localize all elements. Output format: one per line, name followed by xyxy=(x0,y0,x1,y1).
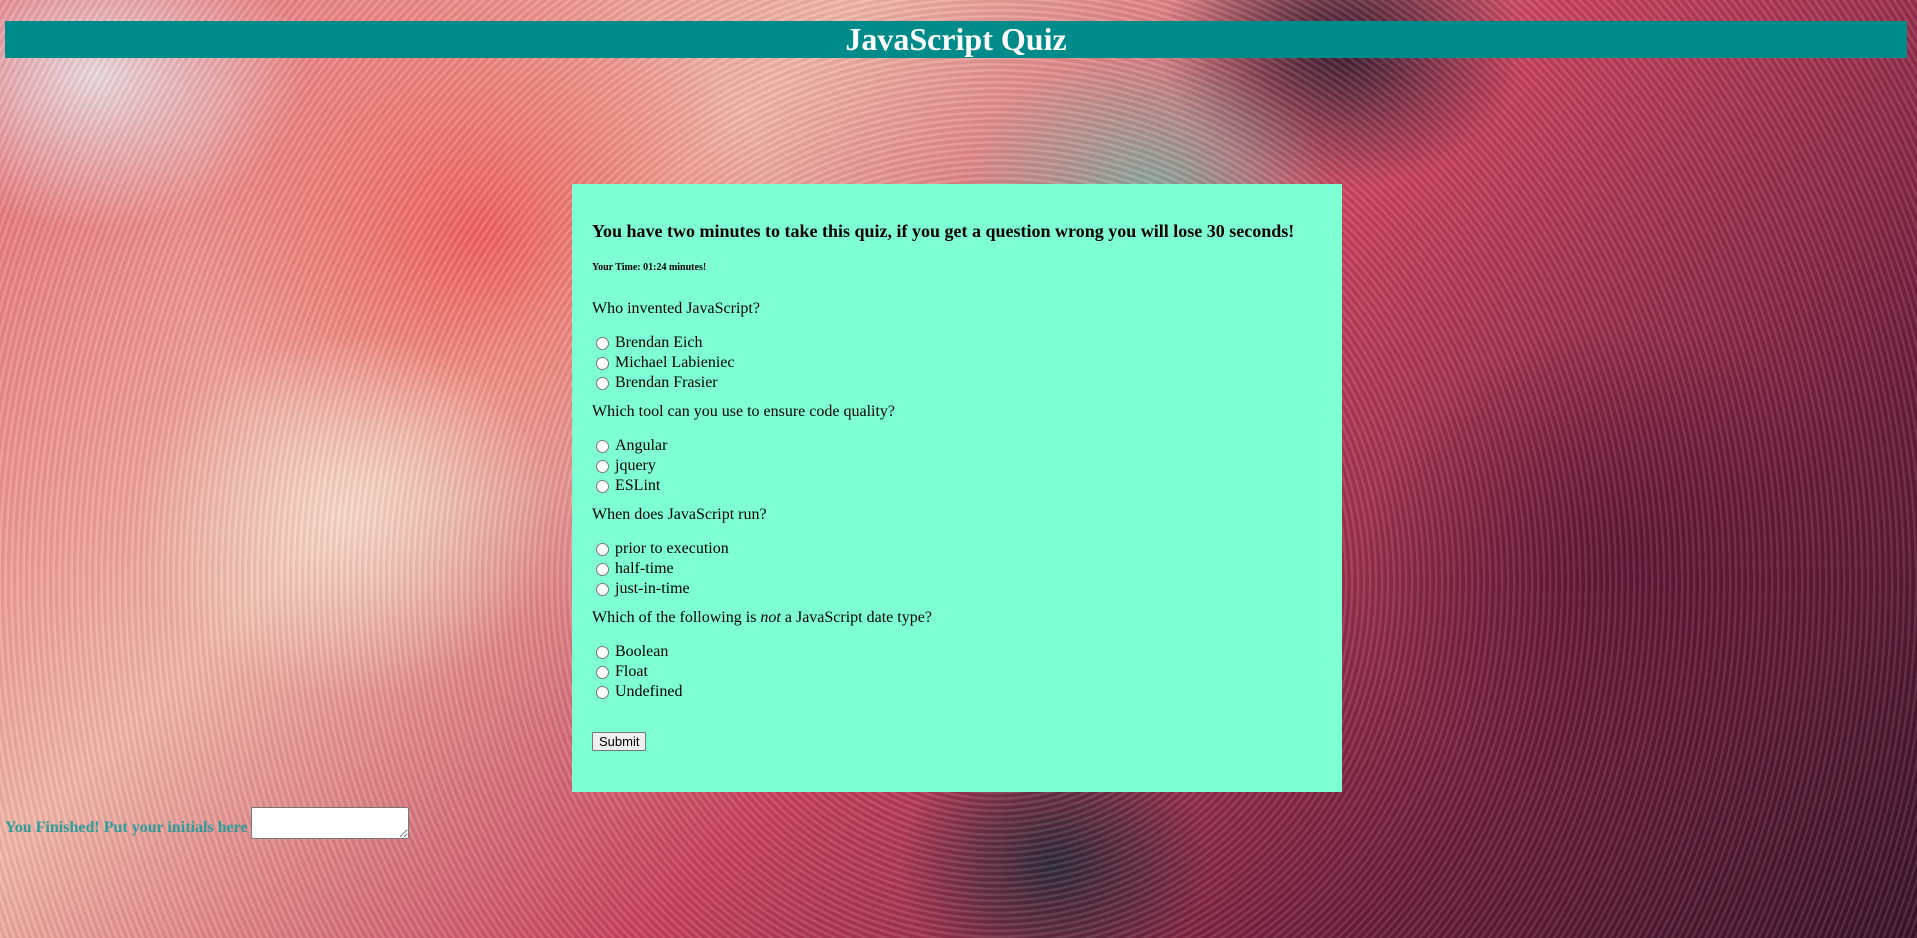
answer-label: Michael Labieniec xyxy=(615,354,735,371)
answer-option[interactable]: just-in-time xyxy=(592,579,1322,599)
quiz-intro: You have two minutes to take this quiz, … xyxy=(592,221,1295,241)
answer-option[interactable]: Undefined xyxy=(592,682,1322,702)
answer-label: ESLint xyxy=(615,477,661,494)
answer-radio[interactable] xyxy=(596,459,609,473)
answer-label: just-in-time xyxy=(615,580,690,597)
question-2: Which tool can you use to ensure code qu… xyxy=(592,403,1322,496)
answer-label: prior to execution xyxy=(615,540,729,557)
question-text-end: a JavaScript date type? xyxy=(780,609,932,626)
answer-label: half-time xyxy=(615,560,674,577)
answer-radio[interactable] xyxy=(596,582,609,596)
answer-radio[interactable] xyxy=(596,439,609,453)
question-text-start: Which of the following is xyxy=(592,609,761,626)
initials-input[interactable] xyxy=(250,807,409,839)
question-text: Which tool can you use to ensure code qu… xyxy=(592,403,896,420)
page-title: JavaScript Quiz xyxy=(5,21,1907,58)
question-3: When does JavaScript run? prior to execu… xyxy=(592,506,1322,599)
answer-option[interactable]: Michael Labieniec xyxy=(592,353,1322,373)
question-text-emphasis: not xyxy=(760,609,781,626)
answer-option[interactable]: prior to execution xyxy=(592,539,1322,559)
finish-row: You Finished! Put your initials here xyxy=(5,807,409,839)
answer-radio[interactable] xyxy=(596,665,609,679)
answer-label: Brendan Eich xyxy=(615,334,703,351)
answer-label: Boolean xyxy=(615,643,669,660)
answer-option[interactable]: half-time xyxy=(592,559,1322,579)
answer-radio[interactable] xyxy=(596,336,609,350)
question-text: Who invented JavaScript? xyxy=(592,300,760,317)
answer-option[interactable]: Brendan Frasier xyxy=(592,373,1322,393)
question-4: Which of the following is not a JavaScri… xyxy=(592,609,1322,702)
answer-label: Undefined xyxy=(615,683,683,700)
answer-radio[interactable] xyxy=(596,479,609,493)
answer-label: Float xyxy=(615,663,648,680)
answer-option[interactable]: Float xyxy=(592,662,1322,682)
answer-radio[interactable] xyxy=(596,562,609,576)
submit-button[interactable]: Submit xyxy=(592,732,647,751)
question-text: Which of the following is not a JavaScri… xyxy=(592,609,1322,627)
answer-radio[interactable] xyxy=(596,356,609,370)
quiz-panel: You have two minutes to take this quiz, … xyxy=(572,184,1342,792)
timer-text: Your Time: 01:24 minutes! xyxy=(592,262,707,273)
question-1: Who invented JavaScript? Brendan Eich Mi… xyxy=(592,300,1322,393)
answer-option[interactable]: jquery xyxy=(592,456,1322,476)
answer-radio[interactable] xyxy=(596,542,609,556)
answer-label: Angular xyxy=(615,437,668,454)
answer-option[interactable]: Angular xyxy=(592,436,1322,456)
answer-radio[interactable] xyxy=(596,685,609,699)
answer-option[interactable]: Boolean xyxy=(592,642,1322,662)
finish-label: You Finished! Put your initials here xyxy=(5,819,248,836)
answer-label: jquery xyxy=(615,457,656,474)
answer-label: Brendan Frasier xyxy=(615,374,718,391)
answer-radio[interactable] xyxy=(596,645,609,659)
answer-option[interactable]: Brendan Eich xyxy=(592,333,1322,353)
answer-option[interactable]: ESLint xyxy=(592,476,1322,496)
answer-radio[interactable] xyxy=(596,376,609,390)
question-text: When does JavaScript run? xyxy=(592,506,767,523)
